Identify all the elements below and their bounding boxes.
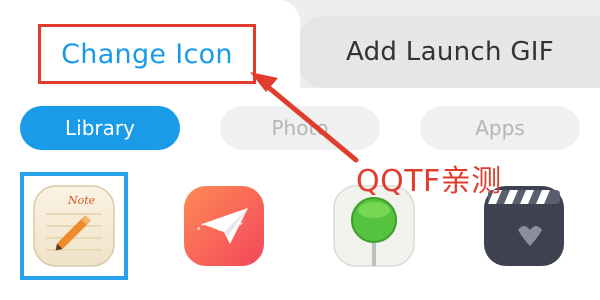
- tab-add-launch-gif[interactable]: Add Launch GIF: [300, 16, 600, 88]
- highlight-box: Change Icon: [38, 24, 256, 84]
- segment-photo-label: Photo: [271, 116, 329, 140]
- segment-photo[interactable]: Photo: [220, 106, 380, 150]
- annotation-label: QQTF亲测: [356, 164, 502, 199]
- segment-library[interactable]: Library: [20, 106, 180, 150]
- note-label: Note: [67, 194, 96, 207]
- segment-library-label: Library: [65, 116, 135, 140]
- note-pencil-icon: Note: [33, 185, 115, 267]
- icon-option-paper-plane[interactable]: [170, 172, 278, 280]
- icon-option-note[interactable]: Note: [20, 172, 128, 280]
- tab-change-icon[interactable]: Change Icon: [0, 0, 300, 110]
- paper-plane-icon: [184, 186, 264, 266]
- segment-apps-label: Apps: [475, 116, 525, 140]
- segment-apps[interactable]: Apps: [420, 106, 580, 150]
- tab-add-launch-gif-label: Add Launch GIF: [346, 37, 554, 67]
- tab-change-icon-label: Change Icon: [61, 38, 233, 70]
